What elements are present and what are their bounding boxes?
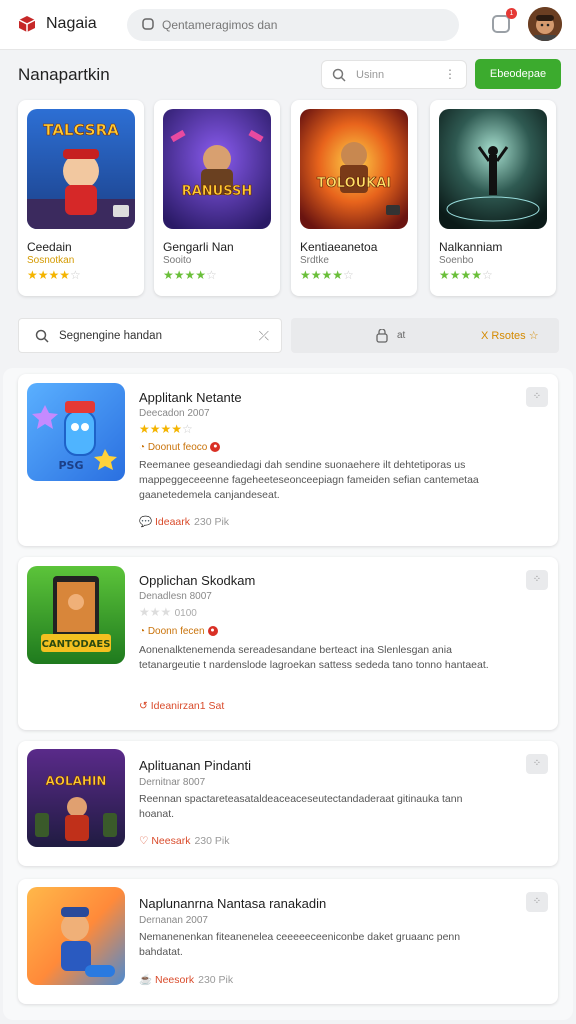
- comment-link[interactable]: ↺ Ideanirzan1 Sat: [139, 700, 224, 712]
- more-options-icon[interactable]: ⁘: [526, 892, 548, 912]
- card-name: Ceedain: [27, 240, 72, 254]
- art-title: TALCSRA: [43, 121, 119, 139]
- comment-link[interactable]: ☕ Neesork 230 Pik: [139, 973, 233, 986]
- section-search-input[interactable]: Usinn ⋮: [321, 60, 467, 89]
- filter-search-label: Segnengine handan: [59, 330, 162, 342]
- card-name: Kentiaeanetoa: [300, 240, 378, 254]
- app-description: Reennan spactareteasataldeaceaceseutecta…: [139, 793, 463, 820]
- app-thumbnail: PSG: [27, 383, 125, 481]
- featured-card[interactable]: Nalkanniam Soenbo ★★★★☆: [430, 100, 556, 296]
- rating-stars: ★★★★☆: [300, 268, 354, 282]
- comment-link[interactable]: 💬 Ideaark 230 Pik: [139, 515, 229, 528]
- thumb-text: PSG: [58, 459, 83, 472]
- featured-card[interactable]: TALCSRA Ceedain Sosnotkan ★★★★☆: [18, 100, 144, 296]
- app-thumbnail: CANTODAES: [27, 566, 125, 664]
- more-options-icon[interactable]: ⋮: [444, 67, 456, 81]
- filter-search-input[interactable]: Segnengine handan ⤫: [18, 318, 282, 353]
- brand-name: Nagaia: [46, 15, 97, 32]
- thumb-text: CANTODAES: [42, 639, 111, 650]
- app-title[interactable]: Opplichan Skodkam: [139, 573, 255, 588]
- rating-filter[interactable]: at X Rsotes ☆: [291, 318, 559, 353]
- app-title[interactable]: Naplunanrna Nantasa ranakadin: [139, 896, 326, 911]
- rating-stars: ★★★★☆: [27, 268, 81, 282]
- game-art: [439, 109, 547, 229]
- primary-action-button[interactable]: Ebeodepae: [475, 59, 561, 89]
- card-name: Nalkanniam: [439, 240, 503, 254]
- featured-card[interactable]: RANUSSH Gengarli Nan Sooito ★★★★☆: [154, 100, 280, 296]
- app-description: Aonenalktenemenda sereadesandane berteac…: [139, 644, 489, 671]
- app-meta: Dernanan 2007: [139, 915, 208, 926]
- app-meta: Deecadon 2007: [139, 408, 210, 419]
- logo-icon[interactable]: [16, 13, 38, 35]
- app-title[interactable]: Applitank Netante: [139, 390, 242, 405]
- app-badge: ◔ Doonn fecen ●: [139, 626, 218, 637]
- list-item[interactable]: AOLAHIN Aplituanan Pindanti Dernitnar 80…: [18, 741, 558, 866]
- list-item[interactable]: Naplunanrna Nantasa ranakadin Dernanan 2…: [18, 879, 558, 1004]
- search-icon: [142, 18, 154, 30]
- card-subtitle: Sooito: [163, 255, 192, 266]
- rating-stars: ★★★★☆: [163, 268, 217, 282]
- search-icon: [332, 68, 346, 82]
- app-thumbnail: AOLAHIN: [27, 749, 125, 847]
- list-item[interactable]: PSG Applitank Netante Deecadon 2007 ★★★★…: [18, 374, 558, 546]
- rating-stars: ★★★★☆: [139, 422, 193, 436]
- app-badge: ◔ Doonut feoco ●: [139, 442, 221, 453]
- card-subtitle: Srdtke: [300, 255, 329, 266]
- search-icon: [35, 329, 49, 343]
- thumb-text: AOLAHIN: [46, 774, 107, 788]
- notifications-icon[interactable]: 1: [492, 8, 517, 33]
- more-options-icon[interactable]: ⁘: [526, 754, 548, 774]
- game-art: TALCSRA: [27, 109, 135, 229]
- rating-stars: ★★★★☆: [439, 268, 493, 282]
- list-item[interactable]: CANTODAES Opplichan Skodkam Denadlesn 80…: [18, 557, 558, 730]
- featured-card[interactable]: TOLOUKAI Kentiaeanetoa Srdtke ★★★★☆: [291, 100, 417, 296]
- app-description: Nemanenenkan fiteanenelea ceeeeeceenicon…: [139, 931, 461, 958]
- rating-filter-label: X Rsotes ☆: [481, 330, 539, 342]
- app-meta: Dernitnar 8007: [139, 777, 206, 788]
- game-art: RANUSSH: [163, 109, 271, 229]
- clear-icon[interactable]: ⤫: [259, 328, 269, 344]
- art-title: TOLOUKAI: [317, 176, 391, 191]
- more-options-icon[interactable]: ⁘: [526, 387, 548, 407]
- app-title[interactable]: Aplituanan Pindanti: [139, 758, 251, 773]
- search-placeholder: Qentameragimos dan: [162, 18, 278, 32]
- section-title: Nanapartkin: [18, 65, 110, 84]
- global-search-input[interactable]: Qentameragimos dan: [127, 9, 459, 41]
- rating-stars: ★★★ 0100: [139, 605, 197, 619]
- notification-badge: 1: [506, 8, 517, 19]
- more-options-icon[interactable]: ⁘: [526, 570, 548, 590]
- app-thumbnail: [27, 887, 125, 985]
- game-art: TOLOUKAI: [300, 109, 408, 229]
- avatar[interactable]: [528, 7, 562, 41]
- app-meta: Denadlesn 8007: [139, 591, 212, 602]
- card-name: Gengarli Nan: [163, 240, 234, 254]
- app-description: Reemanee geseandiedagi dah sendine suona…: [139, 459, 479, 501]
- card-subtitle: Soenbo: [439, 255, 474, 266]
- comment-link[interactable]: ♡ Neesark 230 Pik: [139, 835, 229, 847]
- top-bar: Nagaia Qentameragimos dan 1: [0, 0, 576, 50]
- filter-mid-label: at: [397, 330, 406, 341]
- section-search-placeholder: Usinn: [356, 69, 385, 81]
- art-title: RANUSSH: [182, 184, 253, 199]
- lock-icon: [376, 329, 388, 343]
- card-subtitle: Sosnotkan: [27, 255, 75, 266]
